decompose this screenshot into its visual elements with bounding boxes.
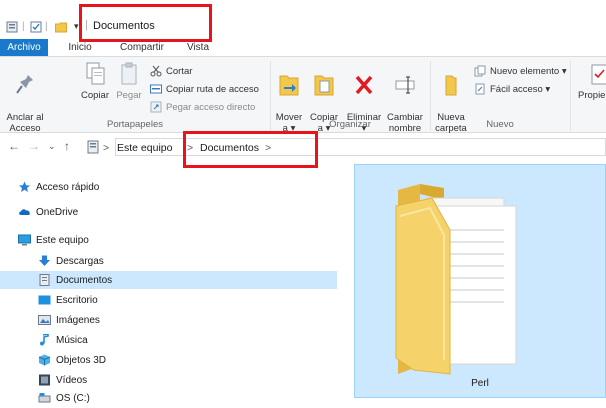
paste-button[interactable]: Pegar [113, 61, 145, 101]
breadcrumb-este-equipo[interactable]: Este equipo [117, 142, 172, 154]
new-item-label: Nuevo elemento ▾ [490, 65, 567, 77]
download-icon [39, 255, 50, 266]
nav-musica[interactable]: Música [38, 331, 88, 349]
properties-icon[interactable] [6, 21, 18, 33]
this-pc-icon [87, 140, 99, 154]
recent-chevron-icon[interactable]: ⌄ [48, 141, 56, 152]
ribbon-separator [570, 61, 571, 131]
checkbox-icon[interactable] [30, 21, 42, 33]
copy-path-icon [150, 84, 162, 94]
desktop-icon [38, 295, 51, 305]
up-arrow-icon[interactable]: ↑ [64, 139, 70, 153]
tab-archivo[interactable]: Archivo [0, 39, 48, 56]
group-label-organizar: Organizar [329, 119, 371, 130]
video-icon [39, 374, 50, 386]
nav-label: Descargas [56, 255, 104, 267]
back-arrow-icon[interactable]: ← [8, 139, 20, 153]
paste-label: Pegar [116, 90, 142, 101]
nav-documentos[interactable]: Documentos [38, 271, 112, 289]
music-icon [40, 334, 49, 346]
paste-shortcut-label: Pegar acceso directo [166, 101, 256, 113]
nav-label: OS (C:) [56, 392, 90, 404]
pictures-icon [38, 315, 51, 325]
pin-quick-access-button[interactable]: Anclar al Acceso rápido [2, 61, 48, 145]
cut-label: Cortar [166, 65, 193, 77]
nav-videos[interactable]: Vídeos [38, 371, 87, 389]
highlight-title-box [79, 4, 212, 42]
nav-label: Documentos [56, 274, 113, 286]
move-to-icon [279, 75, 299, 96]
nav-quick-access[interactable]: Acceso rápido [18, 178, 99, 196]
star-icon [19, 181, 30, 192]
qa-divider: | [22, 21, 25, 32]
new-item-button[interactable]: Nuevo elemento ▾ [474, 64, 567, 78]
easy-access-button[interactable]: Fácil acceso ▾ [474, 82, 550, 96]
new-folder-icon [445, 75, 457, 96]
nav-label: Este equipo [36, 234, 89, 246]
properties-button[interactable]: Propie [578, 61, 606, 101]
ribbon: Anclar al Acceso rápido Copiar Pegar Cor… [0, 56, 606, 145]
nav-onedrive[interactable]: OneDrive [18, 203, 78, 221]
paste-shortcut-icon [150, 101, 162, 113]
cube-icon [38, 354, 51, 366]
qa-dropdown-icon[interactable]: ▾ [74, 21, 79, 32]
nav-imagenes[interactable]: Imágenes [38, 311, 100, 329]
paste-shortcut-button[interactable]: Pegar acceso directo [150, 100, 255, 114]
nav-descargas[interactable]: Descargas [38, 252, 104, 270]
nav-label: Escritorio [56, 294, 98, 306]
new-item-icon [474, 65, 486, 77]
nav-escritorio[interactable]: Escritorio [38, 291, 98, 309]
copy-label: Copiar [81, 90, 109, 101]
easy-access-label: Fácil acceso ▾ [490, 83, 551, 95]
copy-button[interactable]: Copiar [79, 61, 111, 101]
copy-path-button[interactable]: Copiar ruta de acceso [150, 82, 259, 96]
drive-icon [38, 393, 51, 403]
scissors-icon [150, 65, 162, 77]
nav-label: Vídeos [56, 374, 88, 386]
pin-icon [16, 75, 33, 94]
document-icon [39, 274, 50, 286]
nav-objetos-3d[interactable]: Objetos 3D [38, 351, 106, 369]
nav-label: Acceso rápido [36, 181, 100, 193]
nav-this-pc[interactable]: Este equipo [18, 231, 89, 249]
folder-name-label: Perl [471, 378, 489, 389]
clipboard-icon [121, 62, 137, 85]
large-folder-icon [395, 184, 517, 375]
nav-label: Música [56, 334, 88, 346]
cut-button[interactable]: Cortar [150, 64, 192, 78]
delete-icon [355, 75, 373, 95]
copy-to-icon [314, 75, 334, 96]
copy-path-label: Copiar ruta de acceso [166, 83, 259, 95]
nav-drive-c[interactable]: OS (C:) [38, 389, 90, 407]
monitor-icon [18, 234, 31, 246]
nav-label: OneDrive [36, 206, 79, 218]
group-label-portapapeles: Portapapeles [107, 119, 163, 130]
folder-icon[interactable] [55, 21, 67, 33]
properties-check-icon [591, 64, 606, 85]
nav-label: Imágenes [56, 314, 100, 326]
forward-arrow-icon[interactable]: → [28, 139, 40, 153]
group-label-nuevo: Nuevo [486, 119, 514, 130]
easy-access-icon [475, 83, 485, 95]
rename-icon [395, 76, 415, 94]
cloud-icon [19, 209, 30, 215]
highlight-breadcrumb-box [183, 131, 318, 168]
copy-icon [86, 62, 105, 85]
address-separator: > [103, 142, 110, 154]
qa-divider: | [45, 21, 48, 32]
nav-label: Objetos 3D [56, 354, 107, 366]
properties-label: Propie [578, 90, 606, 101]
